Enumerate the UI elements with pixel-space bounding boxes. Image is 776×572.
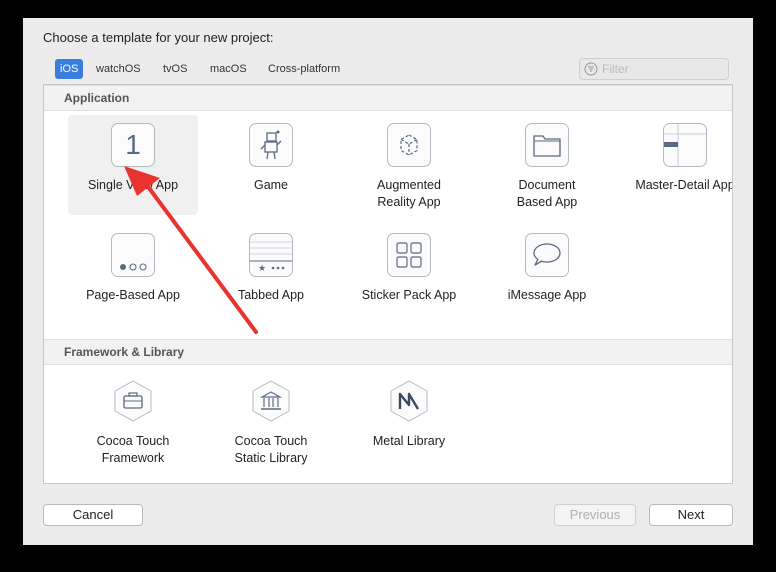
- tabbed-icon: ★: [249, 233, 293, 277]
- framework-icon: [111, 379, 155, 423]
- section-title: Application: [64, 91, 130, 105]
- metal-library-icon: [387, 379, 431, 423]
- template-label: Cocoa Touch Static Library: [234, 434, 308, 465]
- game-icon: [249, 123, 293, 167]
- template-label: Document Based App: [516, 178, 578, 209]
- document-icon: [525, 123, 569, 167]
- imessage-icon: [525, 233, 569, 277]
- dialog-prompt: Choose a template for your new project:: [43, 30, 274, 45]
- template-label: Metal Library: [372, 434, 446, 448]
- template-label: Augmented Reality App: [377, 178, 441, 209]
- template-label: Cocoa Touch Framework: [96, 434, 170, 465]
- template-master-detail-app[interactable]: Master-Detail App: [620, 115, 733, 215]
- template-augmented-reality-app[interactable]: Augmented Reality App: [344, 115, 474, 215]
- template-single-view-app[interactable]: 1 Single View App: [68, 115, 198, 215]
- template-document-based-app[interactable]: Document Based App: [482, 115, 612, 215]
- template-game[interactable]: Game: [206, 115, 336, 215]
- section-header-framework-library: Framework & Library: [44, 339, 732, 365]
- master-detail-icon: [663, 123, 707, 167]
- template-sticker-pack-app[interactable]: Sticker Pack App: [344, 225, 474, 325]
- filter-placeholder: Filter: [602, 62, 629, 76]
- template-list: Application 1 Single View App Game Augme…: [43, 84, 733, 484]
- template-page-based-app[interactable]: Page-Based App: [68, 225, 198, 325]
- template-cocoa-touch-static-library[interactable]: Cocoa Touch Static Library: [206, 371, 336, 471]
- sticker-pack-icon: [387, 233, 431, 277]
- filter-field[interactable]: Filter: [579, 58, 729, 80]
- template-label: Sticker Pack App: [361, 288, 457, 302]
- svg-text:★: ★: [258, 264, 266, 274]
- template-label: Master-Detail App: [635, 178, 733, 192]
- tab-cross-platform[interactable]: Cross-platform: [263, 59, 345, 79]
- single-view-icon: 1: [111, 123, 155, 167]
- template-cocoa-touch-framework[interactable]: Cocoa Touch Framework: [68, 371, 198, 471]
- new-project-dialog: Choose a template for your new project: …: [23, 18, 753, 545]
- template-label: Game: [253, 178, 289, 192]
- tab-watchos[interactable]: watchOS: [91, 59, 146, 79]
- template-label: Single View App: [87, 178, 179, 192]
- cancel-button[interactable]: Cancel: [43, 504, 143, 526]
- section-header-application: Application: [44, 85, 732, 111]
- template-tabbed-app[interactable]: ★ Tabbed App: [206, 225, 336, 325]
- template-label: Tabbed App: [237, 288, 305, 302]
- tab-tvos[interactable]: tvOS: [158, 59, 192, 79]
- section-title: Framework & Library: [64, 345, 185, 359]
- previous-button[interactable]: Previous: [554, 504, 636, 526]
- ar-icon: [387, 123, 431, 167]
- page-based-icon: [111, 233, 155, 277]
- template-imessage-app[interactable]: iMessage App: [482, 225, 612, 325]
- tab-macos[interactable]: macOS: [205, 59, 252, 79]
- filter-icon: [584, 62, 598, 76]
- tab-ios[interactable]: iOS: [55, 59, 84, 79]
- template-label: iMessage App: [507, 288, 587, 302]
- static-library-icon: [249, 379, 293, 423]
- template-label: Page-Based App: [86, 288, 180, 302]
- template-metal-library[interactable]: Metal Library: [344, 371, 474, 471]
- next-button[interactable]: Next: [649, 504, 733, 526]
